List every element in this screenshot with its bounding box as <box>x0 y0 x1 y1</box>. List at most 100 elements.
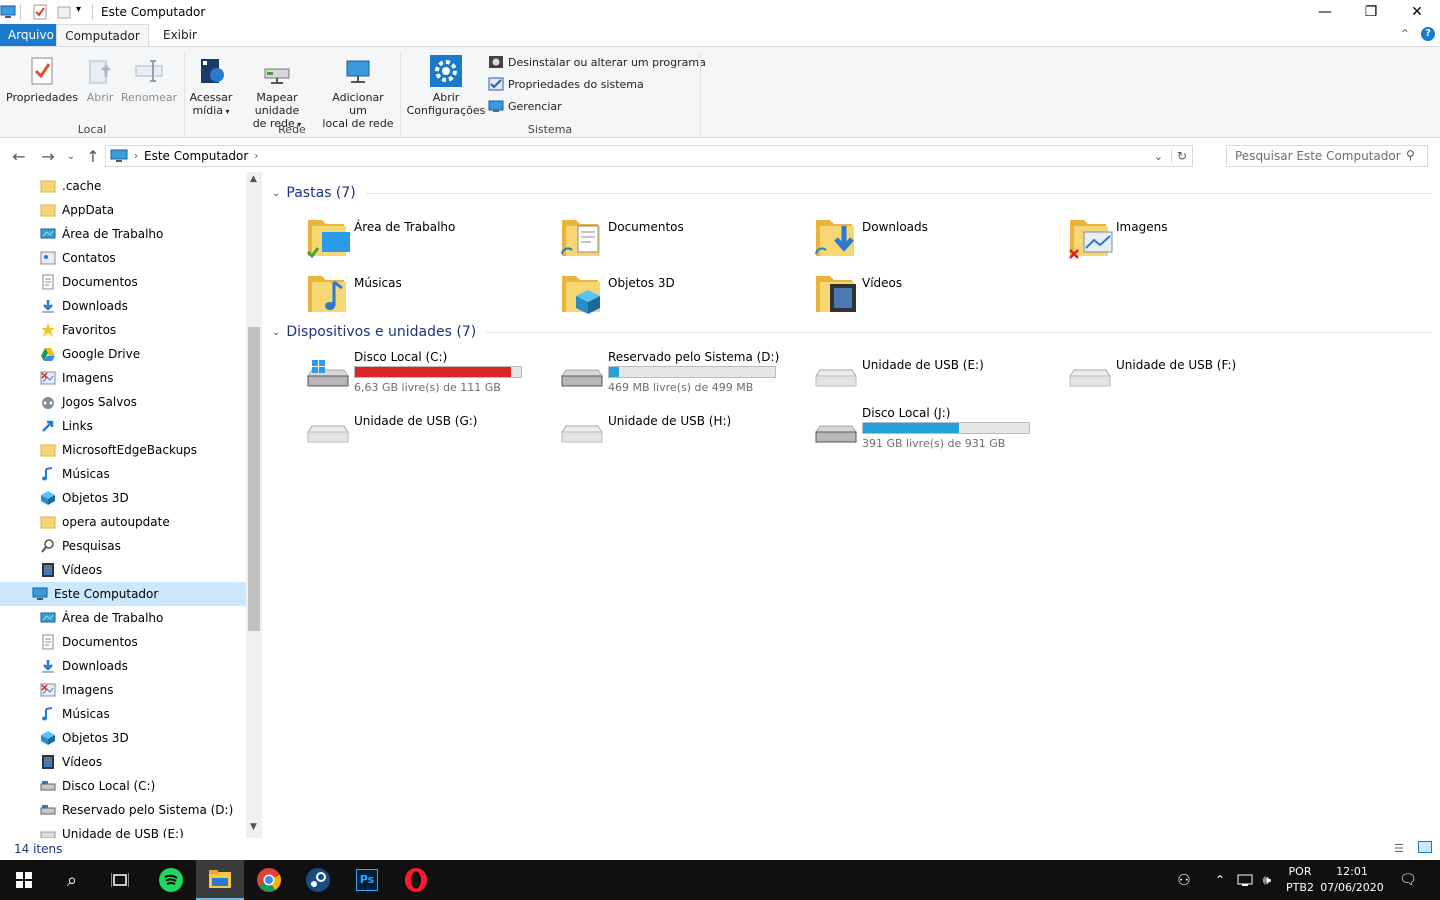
steam-taskbar-button[interactable] <box>294 860 342 900</box>
customize-toolbar-icon[interactable]: ▾ <box>76 4 81 15</box>
documents-icon <box>42 274 54 290</box>
nav-item[interactable]: Imagens <box>0 366 246 390</box>
details-view-icon[interactable]: ☰ <box>1394 842 1404 855</box>
people-button[interactable]: ⚇ <box>1162 860 1206 900</box>
folder-item[interactable]: Downloads <box>812 212 1052 264</box>
drive-item[interactable]: Disco Local (J:) 391 GB livre(s) de 931 G… <box>812 406 1052 458</box>
refresh-icon[interactable]: ↻ <box>1170 149 1192 163</box>
folder-item[interactable]: Vídeos <box>812 268 1052 320</box>
back-button[interactable]: ← <box>8 143 30 169</box>
nav-item[interactable]: Área de Trabalho <box>0 222 246 246</box>
chrome-taskbar-button[interactable] <box>245 860 293 900</box>
section-header-devices[interactable]: ⌄ Dispositivos e unidades (7) <box>272 322 1432 342</box>
nav-item[interactable]: Disco Local (C:) <box>0 774 246 798</box>
tab-file[interactable]: Arquivo <box>0 24 56 46</box>
properties-icon[interactable] <box>33 4 47 20</box>
photoshop-taskbar-button[interactable]: Ps <box>343 860 391 900</box>
drive-item[interactable]: Disco Local (C:) 6,63 GB livre(s) de 111 … <box>304 350 544 402</box>
nav-item[interactable]: AppData <box>0 198 246 222</box>
drive-item[interactable]: Reservado pelo Sistema (D:) 469 MB livre(… <box>558 350 798 402</box>
nav-item[interactable]: Documentos <box>0 270 246 294</box>
new-folder-icon[interactable] <box>57 4 71 20</box>
nav-item[interactable]: Pesquisas <box>0 534 246 558</box>
help-icon[interactable]: ? <box>1421 27 1435 41</box>
minimize-button[interactable]: — <box>1302 0 1348 24</box>
address-bar[interactable]: › Este Computador › ⌄ ↻ <box>105 145 1193 167</box>
tab-computer[interactable]: Computador <box>56 24 149 46</box>
large-icons-view-icon[interactable] <box>1418 841 1432 853</box>
spotify-taskbar-button[interactable] <box>147 860 195 900</box>
tab-view[interactable]: Exibir <box>155 24 205 46</box>
nav-item[interactable]: .cache <box>0 174 246 198</box>
recent-locations-button[interactable]: ⌄ <box>62 143 80 169</box>
opera-taskbar-button[interactable] <box>392 860 440 900</box>
task-view-button[interactable] <box>96 860 144 900</box>
map-network-drive-button[interactable]: Mapear unidade de rede ▾ <box>234 55 320 131</box>
saved-games-icon <box>42 397 54 409</box>
uninstall-program-button[interactable]: Desinstalar ou alterar um programa <box>488 55 706 69</box>
show-hidden-icons-button[interactable]: ⌃ <box>1208 860 1232 900</box>
forward-button[interactable]: → <box>37 143 59 169</box>
folder-item[interactable]: Área de Trabalho <box>304 212 544 264</box>
nav-item[interactable]: Este Computador <box>0 582 246 606</box>
nav-item[interactable]: Downloads <box>0 654 246 678</box>
system-properties-button[interactable]: Propriedades do sistema <box>488 77 644 91</box>
drive-item[interactable]: Unidade de USB (F:) <box>1066 350 1306 402</box>
language-indicator[interactable]: POR PTB2 <box>1282 864 1318 896</box>
start-button[interactable] <box>0 860 48 900</box>
folder-item[interactable]: Imagens <box>1066 212 1306 264</box>
properties-button[interactable]: Propriedades <box>6 55 78 104</box>
nav-item[interactable]: Reservado pelo Sistema (D:) <box>0 798 246 822</box>
nav-item[interactable]: Contatos <box>0 246 246 270</box>
nav-item[interactable]: Downloads <box>0 294 246 318</box>
nav-item[interactable]: Vídeos <box>0 750 246 774</box>
drive-item[interactable]: Unidade de USB (E:) <box>812 350 1052 402</box>
nav-item[interactable]: Objetos 3D <box>0 726 246 750</box>
nav-scrollbar[interactable]: ▲ ▼ <box>246 172 262 838</box>
action-center-button[interactable]: 🗨 <box>1386 860 1430 900</box>
up-button[interactable]: ↑ <box>82 143 104 169</box>
open-button[interactable]: Abrir <box>84 55 116 104</box>
drive-item[interactable]: Unidade de USB (G:) <box>304 406 544 458</box>
open-settings-button[interactable]: Abrir Configurações <box>406 55 486 117</box>
access-media-button[interactable]: Acessar mídia ▾ <box>188 55 234 118</box>
collapse-ribbon-icon[interactable]: ⌃ <box>1400 27 1410 41</box>
section-header-folders[interactable]: ⌄ Pastas (7) <box>272 183 1432 203</box>
rename-button[interactable]: Renomear <box>120 55 178 104</box>
folder-item[interactable]: Documentos <box>558 212 798 264</box>
address-dropdown-icon[interactable]: ⌄ <box>1154 150 1163 163</box>
search-button[interactable]: ⌕ <box>48 860 96 900</box>
manage-button[interactable]: Gerenciar <box>488 99 562 113</box>
nav-item[interactable]: Links <box>0 414 246 438</box>
clock[interactable]: 12:01 07/06/2020 <box>1320 864 1384 896</box>
nav-item[interactable]: Documentos <box>0 630 246 654</box>
folder-item[interactable]: Objetos 3D <box>558 268 798 320</box>
drive-item[interactable]: Unidade de USB (H:) <box>558 406 798 458</box>
scroll-up-icon[interactable]: ▲ <box>250 174 257 184</box>
nav-item[interactable]: MicrosoftEdgeBackups <box>0 438 246 462</box>
nav-item[interactable]: Objetos 3D <box>0 486 246 510</box>
volume-button[interactable]: 🕪 <box>1256 860 1278 900</box>
nav-item[interactable]: Músicas <box>0 702 246 726</box>
nav-item[interactable]: Imagens <box>0 678 246 702</box>
nav-item[interactable]: Jogos Salvos <box>0 390 246 414</box>
nav-item[interactable]: Músicas <box>0 462 246 486</box>
nav-item[interactable]: Favoritos <box>0 318 246 342</box>
file-explorer-taskbar-button[interactable] <box>196 860 244 900</box>
add-network-location-button[interactable]: Adicionar um local de rede <box>322 55 394 130</box>
maximize-button[interactable]: ❐ <box>1348 0 1394 24</box>
scroll-down-icon[interactable]: ▼ <box>250 822 257 832</box>
nav-item[interactable]: Vídeos <box>0 558 246 582</box>
folder-item[interactable]: Músicas <box>304 268 544 320</box>
close-button[interactable]: ✕ <box>1394 0 1440 24</box>
network-button[interactable] <box>1234 860 1256 900</box>
nav-item[interactable]: Unidade de USB (E:) <box>0 822 246 838</box>
nav-item[interactable]: Google Drive <box>0 342 246 366</box>
scrollbar-thumb[interactable] <box>248 327 260 631</box>
nav-item-label: Downloads <box>62 659 128 673</box>
search-input[interactable]: Pesquisar Este Computador <box>1226 145 1428 167</box>
nav-item[interactable]: Área de Trabalho <box>0 606 246 630</box>
nav-item[interactable]: opera autoupdate <box>0 510 246 534</box>
breadcrumb-separator-icon[interactable]: › <box>254 151 258 162</box>
breadcrumb-item[interactable]: Este Computador <box>144 149 248 163</box>
